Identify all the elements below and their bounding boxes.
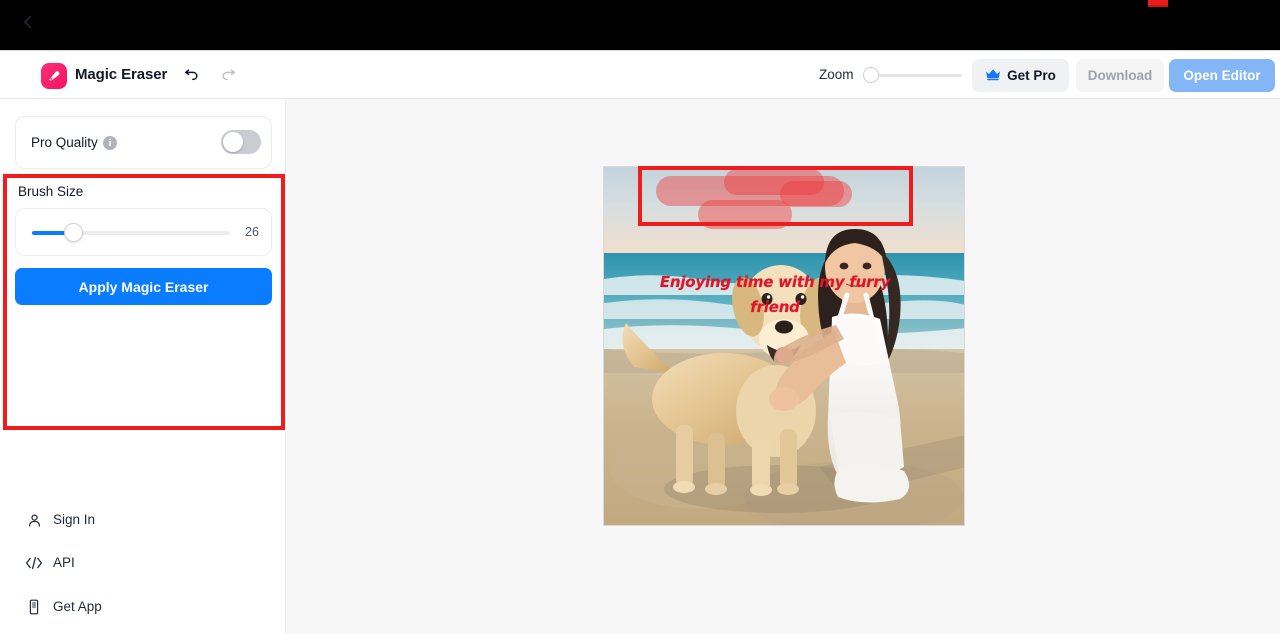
edited-photo[interactable] — [603, 166, 965, 526]
mobile-phone-icon — [25, 598, 43, 616]
redo-button[interactable] — [216, 64, 240, 88]
open-editor-button[interactable]: Open Editor — [1169, 59, 1275, 92]
photo-illustration — [604, 167, 964, 525]
magic-eraser-app: Magic Eraser Zoom Get Pro Download Open … — [0, 0, 1280, 634]
photo-overlay-text-line1: Enjoying time with my furry — [659, 273, 891, 291]
undo-button[interactable] — [180, 64, 204, 88]
pro-quality-card: Pro Quality i — [15, 116, 272, 169]
zoom-slider-thumb[interactable] — [863, 67, 879, 83]
sidebar-item-sign-in[interactable]: Sign In — [0, 503, 286, 537]
pro-quality-toggle[interactable] — [221, 130, 261, 154]
get-pro-label: Get Pro — [1007, 68, 1056, 83]
photo-overlay-text-line2: friend — [750, 298, 800, 316]
brush-size-card: 26 — [15, 208, 272, 256]
brush-size-value: 26 — [245, 225, 259, 239]
get-pro-button[interactable]: Get Pro — [972, 59, 1069, 92]
system-top-bar — [0, 0, 1280, 50]
sidebar-item-label: Sign In — [53, 512, 96, 527]
user-icon — [25, 511, 43, 529]
sidebar-item-label: API — [53, 555, 75, 570]
crown-icon — [985, 68, 1001, 84]
info-icon[interactable]: i — [103, 136, 117, 150]
download-button[interactable]: Download — [1076, 59, 1164, 92]
toggle-knob — [223, 132, 243, 152]
sidebar-item-label: Get App — [53, 599, 102, 614]
back-button[interactable] — [17, 13, 39, 35]
sidebar-item-api[interactable]: API — [0, 546, 286, 580]
brush-slider-thumb[interactable] — [64, 223, 83, 242]
code-brackets-icon — [25, 554, 43, 572]
sidebar: Pro Quality i Brush Size 26 Apply Magic … — [0, 99, 286, 634]
page-title: Magic Eraser — [75, 66, 168, 83]
redo-arrow-icon — [219, 65, 237, 88]
zoom-label: Zoom — [819, 67, 854, 82]
pro-quality-label: Pro Quality — [31, 135, 98, 150]
brush-size-slider[interactable] — [32, 223, 230, 242]
undo-arrow-icon — [183, 65, 201, 88]
canvas-area[interactable]: Enjoying time with my furry friend — [287, 99, 1280, 634]
zoom-slider[interactable] — [863, 67, 962, 83]
red-marker-fragment — [1148, 0, 1168, 7]
eraser-logo-icon[interactable] — [41, 63, 67, 89]
brush-size-label: Brush Size — [18, 184, 84, 199]
chevron-left-icon — [21, 15, 35, 34]
sidebar-item-get-app[interactable]: Get App — [0, 590, 286, 624]
apply-magic-eraser-button[interactable]: Apply Magic Eraser — [15, 268, 272, 305]
